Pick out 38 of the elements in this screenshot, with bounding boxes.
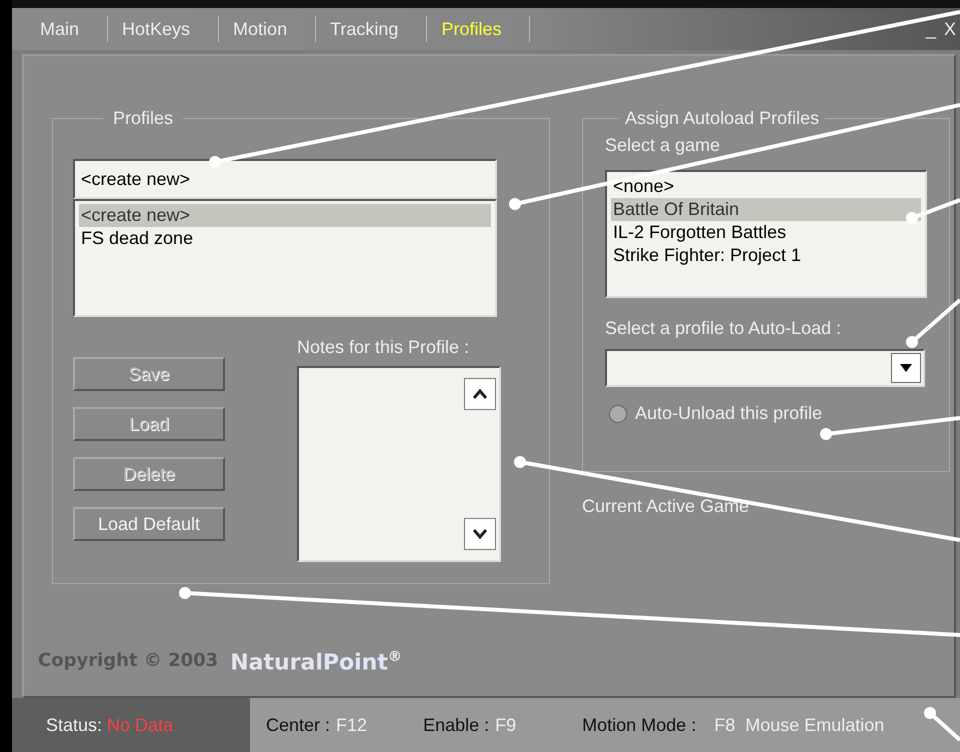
enable-label: Enable : bbox=[423, 714, 490, 736]
profile-button[interactable]: Load Default bbox=[73, 507, 225, 541]
motion-mode-label: Motion Mode : bbox=[582, 714, 696, 736]
motion-mode-value: F8 Mouse Emulation bbox=[714, 714, 884, 736]
game-label: Select a game bbox=[605, 135, 722, 156]
brand-logo: NaturalPoint$^{®}$ bbox=[230, 650, 402, 674]
profile-item[interactable]: <create new> bbox=[79, 204, 491, 227]
game-item[interactable]: IL-2 Forgotten Battles bbox=[611, 221, 921, 244]
profile-dropdown[interactable] bbox=[605, 349, 925, 387]
profile-list[interactable]: <create new> FS dead zone bbox=[73, 199, 497, 317]
profile-item[interactable]: FS dead zone bbox=[79, 227, 491, 250]
center-label: Center : bbox=[266, 714, 330, 736]
leader-line bbox=[924, 707, 960, 742]
current-game-label: Current Active Game bbox=[582, 496, 750, 517]
notes-field[interactable] bbox=[297, 366, 501, 562]
chevron-down-icon bbox=[473, 529, 487, 539]
group-title: Profiles bbox=[112, 108, 174, 129]
group-title: Assign Autoload Profiles bbox=[624, 108, 820, 129]
tab[interactable]: Profiles bbox=[427, 16, 530, 42]
status-label: Status: bbox=[46, 714, 104, 736]
dropdown-arrow-icon bbox=[900, 364, 912, 372]
enable-value: F9 bbox=[495, 714, 516, 736]
close-button[interactable]: X bbox=[940, 18, 960, 40]
status-value: No Data bbox=[107, 714, 174, 736]
center-value: F12 bbox=[336, 714, 368, 736]
game-item[interactable]: Strike Fighter: Project 1 bbox=[611, 244, 921, 267]
chevron-up-icon bbox=[473, 389, 487, 399]
game-item[interactable]: <none> bbox=[611, 175, 921, 198]
tab[interactable]: Tracking bbox=[316, 16, 428, 42]
profile-select-label: Select a profile to Auto-Load : bbox=[605, 318, 842, 339]
profile-name-field[interactable]: <create new> bbox=[73, 159, 497, 199]
notes-label: Notes for this Profile : bbox=[297, 337, 470, 358]
game-list[interactable]: <none> Battle Of Britain IL-2 Forgotten Battles Strike Fighter: Project 1 bbox=[605, 170, 927, 298]
minimize-button[interactable]: _ bbox=[922, 18, 940, 40]
game-item[interactable]: Battle Of Britain bbox=[611, 198, 921, 221]
scroll-up-button[interactable] bbox=[464, 378, 496, 410]
scroll-down-button[interactable] bbox=[464, 518, 496, 550]
leader-line bbox=[906, 298, 960, 348]
